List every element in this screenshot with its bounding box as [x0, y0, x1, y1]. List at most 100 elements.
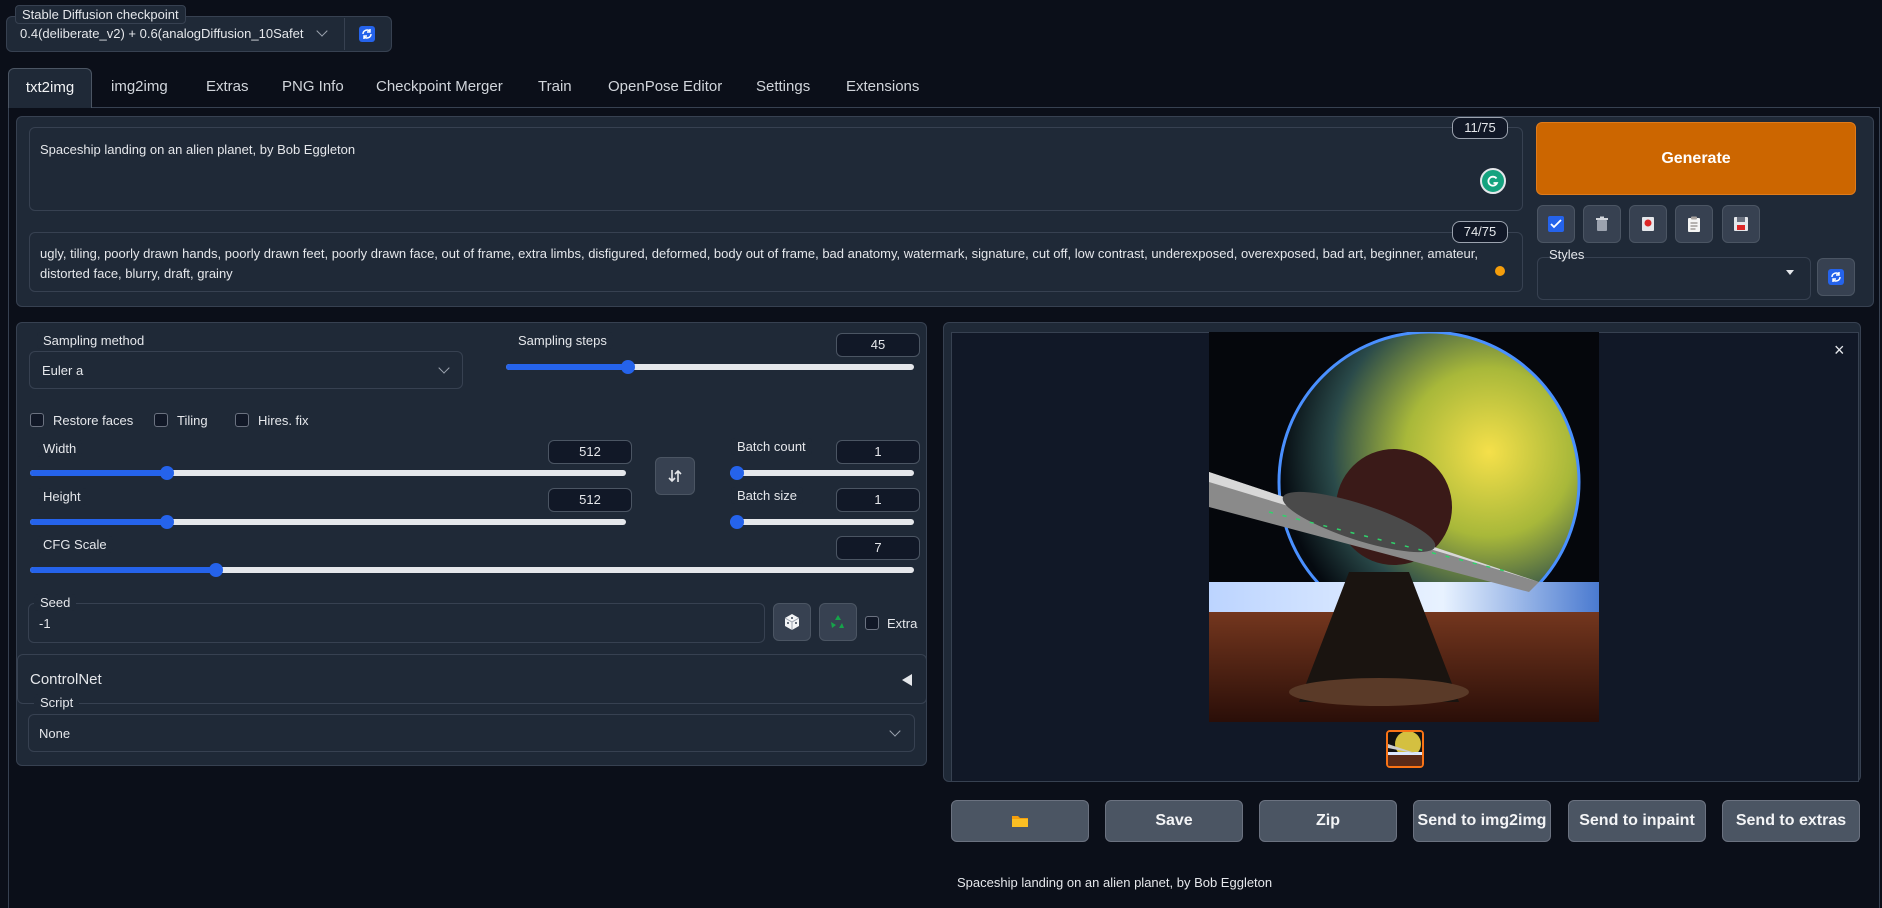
height-label: Height — [37, 488, 87, 505]
send-to-inpaint-button[interactable]: Send to inpaint — [1568, 800, 1706, 842]
clipboard-icon — [1688, 216, 1700, 232]
tab-label: Checkpoint Merger — [376, 78, 503, 95]
slider-thumb[interactable] — [730, 466, 744, 480]
tab-extensions[interactable]: Extensions — [846, 68, 919, 106]
swap-dimensions-button[interactable] — [655, 457, 695, 495]
cfg-scale-slider[interactable] — [30, 563, 914, 577]
styles-dropdown[interactable] — [1537, 257, 1811, 300]
tab-label: txt2img — [25, 79, 75, 96]
prompt-text: Spaceship landing on an alien planet, by… — [40, 142, 356, 157]
zip-button[interactable]: Zip — [1259, 800, 1397, 842]
tab-img2img[interactable]: img2img — [111, 68, 168, 106]
send-to-extras-button[interactable]: Send to extras — [1722, 800, 1860, 842]
clear-prompt-button[interactable] — [1583, 205, 1621, 243]
tiling-checkbox[interactable] — [154, 413, 168, 427]
save-label: Save — [1155, 812, 1193, 829]
sampling-steps-slider[interactable] — [506, 360, 914, 374]
g-glyph-icon — [1487, 175, 1499, 187]
refresh-checkpoint-button[interactable] — [344, 18, 388, 50]
height-slider[interactable] — [30, 515, 626, 529]
negative-prompt-token-counter: 74/75 — [1452, 221, 1508, 243]
open-folder-button[interactable] — [951, 800, 1089, 842]
generated-image[interactable] — [1209, 332, 1599, 722]
red-card-icon — [1642, 217, 1654, 231]
send-img2img-label: Send to img2img — [1417, 812, 1547, 829]
extra-seed-checkbox[interactable] — [865, 616, 879, 630]
tab-label: PNG Info — [282, 78, 344, 95]
save-button[interactable]: Save — [1105, 800, 1243, 842]
sampling-steps-label: Sampling steps — [512, 332, 613, 349]
cfg-scale-input[interactable]: 7 — [836, 536, 920, 560]
gallery-thumbnail[interactable] — [1386, 730, 1424, 768]
controlnet-accordion[interactable]: ControlNet — [17, 654, 927, 704]
folder-icon — [1012, 816, 1028, 827]
height-input[interactable]: 512 — [548, 488, 632, 512]
hires-fix-checkbox[interactable] — [235, 413, 249, 427]
chevron-down-icon — [316, 25, 328, 37]
tab-checkpoint-merger[interactable]: Checkpoint Merger — [376, 68, 503, 106]
apply-style-button[interactable] — [1675, 205, 1713, 243]
restore-faces-checkbox[interactable] — [30, 413, 44, 427]
spaceship-image — [1209, 332, 1599, 722]
seed-input[interactable]: -1 — [28, 603, 765, 643]
tab-extras[interactable]: Extras — [206, 68, 249, 106]
send-extras-label: Send to extras — [1735, 812, 1847, 829]
tab-openpose-editor[interactable]: OpenPose Editor — [608, 68, 722, 106]
batch-size-label: Batch size — [731, 487, 803, 504]
tab-label: img2img — [111, 78, 168, 95]
seed-label: Seed — [34, 594, 77, 611]
controlnet-label: ControlNet — [30, 671, 102, 688]
send-to-img2img-button[interactable]: Send to img2img — [1413, 800, 1551, 842]
prompt-token-counter: 11/75 — [1452, 117, 1508, 139]
sampling-method-select[interactable]: Euler a — [29, 351, 463, 389]
trash-icon — [1596, 216, 1608, 231]
batch-count-input[interactable]: 1 — [836, 440, 920, 464]
batch-count-label: Batch count — [731, 438, 812, 455]
checkpoint-select[interactable]: 0.4(deliberate_v2) + 0.6(analogDiffusion… — [8, 22, 338, 48]
tab-train[interactable]: Train — [538, 68, 572, 106]
reuse-seed-button[interactable] — [819, 603, 857, 641]
batch-size-slider[interactable] — [730, 515, 914, 529]
save-style-button[interactable] — [1722, 205, 1760, 243]
tab-txt2img[interactable]: txt2img — [8, 68, 92, 108]
chevron-down-icon — [889, 725, 901, 737]
refresh-styles-button[interactable] — [1817, 258, 1855, 296]
refresh-icon — [358, 26, 375, 42]
prompt-input[interactable]: Spaceship landing on an alien planet, by… — [29, 127, 1523, 211]
batch-count-slider[interactable] — [730, 466, 914, 480]
batch-size-input[interactable]: 1 — [836, 488, 920, 512]
tab-label: Settings — [756, 78, 811, 95]
seed-value: -1 — [39, 616, 51, 631]
sampling-steps-input[interactable]: 45 — [836, 333, 920, 357]
close-icon[interactable]: × — [1834, 340, 1845, 361]
grammarly-icon[interactable] — [1480, 168, 1506, 194]
slider-fill — [506, 364, 629, 370]
width-input[interactable]: 512 — [548, 440, 632, 464]
checkpoint-value: 0.4(deliberate_v2) + 0.6(analogDiffusion… — [20, 26, 304, 41]
negative-prompt-text: ugly, tiling, poorly drawn hands, poorly… — [40, 246, 1478, 281]
slider-fill — [30, 470, 168, 476]
cfg-scale-label: CFG Scale — [37, 536, 113, 553]
hires-fix-label: Hires. fix — [258, 413, 309, 428]
extra-networks-button[interactable] — [1629, 205, 1667, 243]
generate-button[interactable]: Generate — [1536, 122, 1856, 195]
recycle-icon — [831, 615, 844, 628]
read-params-button[interactable] — [1537, 205, 1575, 243]
width-slider[interactable] — [30, 466, 626, 480]
send-inpaint-label: Send to inpaint — [1579, 812, 1695, 829]
slider-fill — [30, 519, 168, 525]
slider-thumb[interactable] — [160, 515, 175, 529]
thumbnail-image — [1388, 732, 1422, 766]
slider-thumb[interactable] — [208, 563, 223, 577]
chevron-down-icon — [438, 362, 450, 374]
checkbox-arrow-icon — [1548, 216, 1564, 232]
tab-settings[interactable]: Settings — [756, 68, 810, 106]
negative-prompt-input[interactable]: ugly, tiling, poorly drawn hands, poorly… — [29, 232, 1523, 292]
tab-label: Train — [538, 78, 572, 95]
tab-png-info[interactable]: PNG Info — [282, 68, 344, 106]
slider-thumb[interactable] — [160, 466, 175, 480]
sampling-method-value: Euler a — [42, 363, 84, 378]
slider-thumb[interactable] — [730, 515, 744, 529]
script-select[interactable]: None — [28, 714, 915, 752]
random-seed-button[interactable] — [773, 603, 811, 641]
